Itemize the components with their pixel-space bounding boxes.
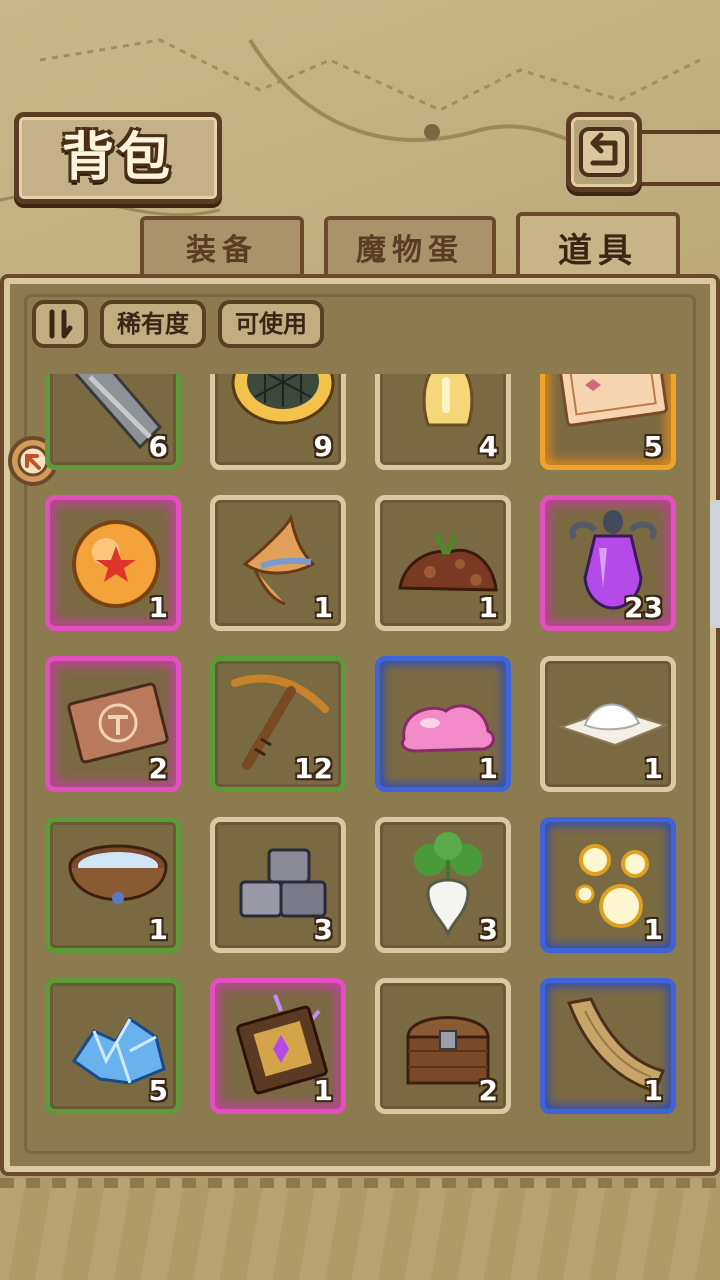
item-slot[interactable]: 1 <box>210 978 346 1114</box>
tab-monster-eggs-label: 魔物蛋 <box>356 233 464 268</box>
tab-equipment-label: 装备 <box>186 233 258 268</box>
tab-monster-eggs[interactable]: 魔物蛋 <box>324 216 496 278</box>
back-button[interactable] <box>566 112 642 192</box>
item-slot[interactable]: 1 <box>45 817 181 953</box>
title-plate: 背包 <box>14 112 222 204</box>
item-quantity: 1 <box>148 913 168 946</box>
item-slot[interactable]: 3 <box>375 817 511 953</box>
back-button-rail <box>636 130 720 186</box>
item-slot[interactable]: 5 <box>540 374 676 470</box>
item-quantity: 1 <box>643 752 663 785</box>
item-slot[interactable]: 1 <box>540 656 676 792</box>
item-quantity: 1 <box>313 591 333 624</box>
item-slot[interactable]: 1 <box>540 817 676 953</box>
item-quantity: 1 <box>148 591 168 624</box>
item-quantity: 9 <box>313 430 333 463</box>
bottom-map-strip <box>0 1178 720 1280</box>
edge-scroll-handle[interactable] <box>710 500 720 628</box>
item-slot[interactable]: 1 <box>540 978 676 1114</box>
item-slot[interactable]: 1 <box>375 656 511 792</box>
item-slot[interactable]: 1 <box>210 495 346 631</box>
item-quantity: 1 <box>643 1074 663 1107</box>
item-slot[interactable]: 3 <box>210 817 346 953</box>
item-slot[interactable]: 12 <box>210 656 346 792</box>
item-quantity: 5 <box>148 1074 168 1107</box>
item-quantity: 12 <box>294 752 333 785</box>
item-quantity: 2 <box>478 1074 498 1107</box>
item-slot[interactable]: 2 <box>45 656 181 792</box>
back-arrow-icon <box>579 127 629 177</box>
item-quantity: 1 <box>478 752 498 785</box>
sort-toggle-button[interactable] <box>32 300 88 348</box>
item-quantity: 23 <box>624 591 663 624</box>
item-slot[interactable]: 4 <box>375 374 511 470</box>
item-slot[interactable]: 23 <box>540 495 676 631</box>
item-grid: 6 9 4 5 1 1 1 23 2 12 1 1 1 3 3 1 5 1 2 … <box>30 374 690 1134</box>
usable-filter-button[interactable]: 可使用 <box>218 300 324 348</box>
item-quantity: 5 <box>643 430 663 463</box>
tab-equipment[interactable]: 装备 <box>140 216 304 278</box>
tab-items-label: 道具 <box>558 231 638 271</box>
item-quantity: 1 <box>478 591 498 624</box>
item-quantity: 2 <box>148 752 168 785</box>
page-title: 背包 <box>61 127 174 188</box>
rarity-filter-button[interactable]: 稀有度 <box>100 300 206 348</box>
item-quantity: 1 <box>643 913 663 946</box>
tab-items[interactable]: 道具 <box>516 212 680 284</box>
item-quantity: 4 <box>478 430 498 463</box>
item-slot[interactable]: 2 <box>375 978 511 1114</box>
item-quantity: 3 <box>313 913 333 946</box>
item-slot[interactable]: 1 <box>45 495 181 631</box>
item-quantity: 1 <box>313 1074 333 1107</box>
item-slot[interactable]: 5 <box>45 978 181 1114</box>
item-slot[interactable]: 1 <box>375 495 511 631</box>
item-quantity: 6 <box>148 430 168 463</box>
item-slot[interactable]: 6 <box>45 374 181 470</box>
sort-toggle-icon <box>49 309 73 339</box>
item-quantity: 3 <box>478 913 498 946</box>
item-slot[interactable]: 9 <box>210 374 346 470</box>
